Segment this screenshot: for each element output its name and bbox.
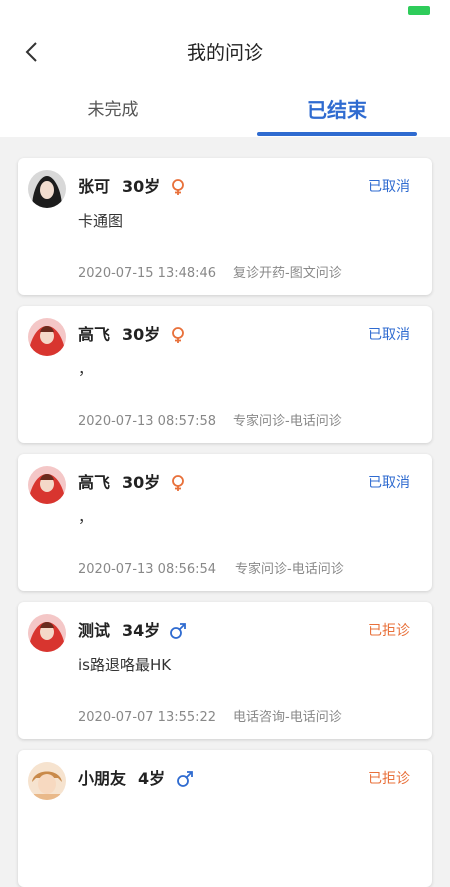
patient-age: 30岁: [122, 473, 161, 492]
tab-finished[interactable]: 已结束: [257, 96, 417, 124]
male-icon: [177, 771, 193, 787]
male-icon: [170, 623, 186, 639]
avatar: [28, 318, 66, 356]
patient-name: 小朋友: [78, 769, 127, 788]
consultation-card[interactable]: 测试 34岁 已拒诊 is路退咯最HK 2020-07-07 13:55:22 …: [18, 602, 432, 739]
consultation-type: 电话咨询-电话问诊: [233, 710, 342, 725]
consultation-card[interactable]: 小朋友 4岁 已拒诊: [18, 750, 432, 887]
patient-name: 张可: [78, 177, 111, 196]
consultation-description: ，: [78, 360, 94, 378]
page-title: 我的问诊: [186, 42, 263, 64]
patient-name: 高飞: [78, 473, 111, 492]
consultation-time: 2020-07-13 08:56:54: [78, 562, 217, 577]
consultation-description: ，: [78, 508, 94, 526]
patient-age: 34岁: [122, 621, 161, 640]
female-icon: [172, 475, 184, 491]
patient-age: 4岁: [138, 769, 166, 788]
consultation-type: 专家问诊-电话问诊: [233, 414, 342, 429]
top-bar: 我的问诊 未完成 已结束: [0, 0, 450, 137]
consultation-description: 卡通图: [78, 212, 124, 230]
active-tab-indicator: [257, 132, 417, 136]
patient-age: 30岁: [122, 325, 161, 344]
consultation-card[interactable]: 高飞 30岁 已取消 ， 2020-07-13 08:56:54 专家问诊-电话…: [18, 454, 432, 591]
status-badge: 已取消: [368, 179, 410, 195]
avatar: [28, 614, 66, 652]
tab-pending[interactable]: 未完成: [33, 96, 193, 124]
avatar: [28, 170, 66, 208]
patient-name: 高飞: [78, 325, 111, 344]
female-icon: [172, 327, 184, 343]
status-badge: 已拒诊: [368, 623, 410, 639]
consultation-type: 专家问诊-电话问诊: [235, 562, 344, 577]
consultation-description: is路退咯最HK: [78, 656, 172, 674]
patient-age: 30岁: [122, 177, 161, 196]
consultation-card[interactable]: 高飞 30岁 已取消 ， 2020-07-13 08:57:58 专家问诊-电话…: [18, 306, 432, 443]
status-badge: 已取消: [368, 327, 410, 343]
status-badge: 已取消: [368, 475, 410, 491]
consultation-card[interactable]: 张可 30岁 已取消 卡通图 2020-07-15 13:48:46 复诊开药-…: [18, 158, 432, 295]
consultation-time: 2020-07-13 08:57:58: [78, 414, 217, 429]
consultation-time: 2020-07-07 13:55:22: [78, 710, 217, 725]
patient-name: 测试: [78, 621, 111, 640]
status-badge: 已拒诊: [368, 771, 410, 787]
consultation-type: 复诊开药-图文问诊: [233, 266, 342, 281]
battery-icon: [408, 6, 430, 15]
avatar: [28, 466, 66, 504]
female-icon: [172, 179, 184, 195]
consultation-time: 2020-07-15 13:48:46: [78, 266, 217, 281]
avatar: [28, 762, 66, 800]
